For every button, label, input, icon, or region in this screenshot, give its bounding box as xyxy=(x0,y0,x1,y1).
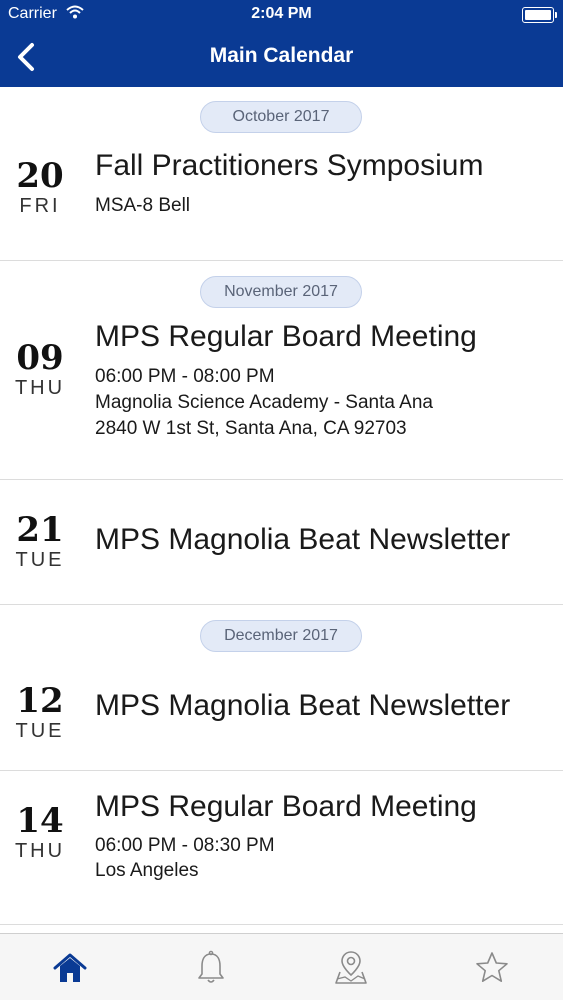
event-weekday: TUE xyxy=(15,549,65,571)
month-header: December 2017 xyxy=(200,620,362,652)
battery-icon xyxy=(522,7,557,23)
status-time: 2:04 PM xyxy=(251,5,312,22)
tab-locations[interactable] xyxy=(331,948,371,988)
event-location: MSA-8 Bell xyxy=(95,195,191,216)
page-title: Main Calendar xyxy=(209,44,354,67)
home-icon xyxy=(53,953,87,982)
event-day: 20 xyxy=(16,156,64,196)
event-title: MPS Magnolia Beat Newsletter xyxy=(95,523,511,556)
event-day: 14 xyxy=(16,801,64,841)
event-row[interactable]: December 2017 12 TUE MPS Magnolia Beat N… xyxy=(0,605,563,771)
event-address: 2840 W 1st St, Santa Ana, CA 92703 xyxy=(95,418,407,439)
event-title: MPS Magnolia Beat Newsletter xyxy=(95,689,511,722)
event-title: MPS Regular Board Meeting xyxy=(95,320,477,353)
month-header: November 2017 xyxy=(200,276,362,308)
event-location: Magnolia Science Academy - Santa Ana xyxy=(95,392,433,413)
event-weekday: THU xyxy=(14,840,66,862)
event-row[interactable]: October 2017 20 FRI Fall Practitioners S… xyxy=(0,87,563,261)
map-pin-icon xyxy=(335,951,367,984)
event-time: 06:00 PM - 08:30 PM xyxy=(95,835,275,856)
event-title: MPS Regular Board Meeting xyxy=(95,790,477,823)
month-header: October 2017 xyxy=(200,101,362,133)
event-weekday: FRI xyxy=(19,195,61,217)
tab-home[interactable] xyxy=(50,948,90,988)
bell-icon xyxy=(198,950,224,983)
status-bar: Carrier 2:04 PM xyxy=(0,0,563,30)
event-row[interactable]: 14 THU MPS Regular Board Meeting 06:00 P… xyxy=(0,771,563,925)
event-list[interactable]: October 2017 20 FRI Fall Practitioners S… xyxy=(0,87,563,933)
tab-notifications[interactable] xyxy=(191,948,231,988)
event-row[interactable]: 21 TUE MPS Magnolia Beat Newsletter xyxy=(0,480,563,605)
event-title: Fall Practitioners Symposium xyxy=(95,149,484,182)
tab-favorites[interactable] xyxy=(472,948,512,988)
event-row[interactable]: November 2017 09 THU MPS Regular Board M… xyxy=(0,261,563,480)
event-weekday: THU xyxy=(14,377,66,399)
event-day: 12 xyxy=(16,681,64,721)
event-weekday: TUE xyxy=(15,720,65,742)
event-time: 06:00 PM - 08:00 PM xyxy=(95,366,275,387)
event-day: 09 xyxy=(16,338,64,378)
event-day: 21 xyxy=(16,510,64,550)
star-icon xyxy=(476,952,508,982)
nav-header: Carrier 2:04 PM Main Calendar xyxy=(0,0,563,87)
event-location: Los Angeles xyxy=(95,860,199,881)
tab-bar xyxy=(0,933,563,1000)
